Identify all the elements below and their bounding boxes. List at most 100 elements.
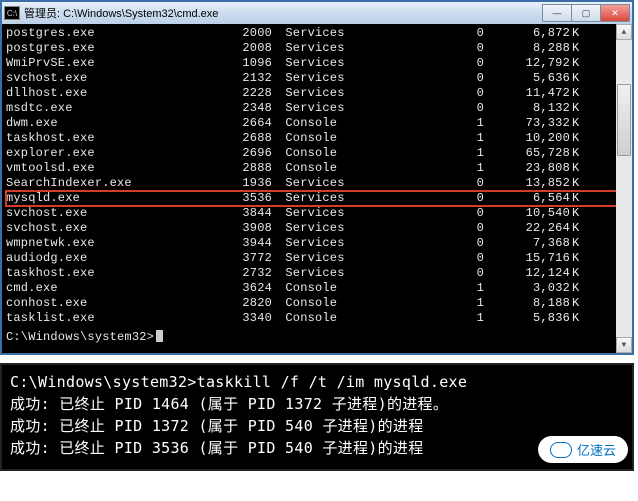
process-session-num: 0: [372, 176, 492, 191]
process-session-num: 0: [372, 41, 492, 56]
cursor: [156, 330, 163, 342]
scroll-track[interactable]: [616, 40, 632, 337]
scroll-up-button[interactable]: ▲: [616, 24, 632, 40]
process-session: Services: [278, 191, 372, 206]
process-name: cmd.exe: [6, 281, 226, 296]
process-session: Services: [278, 221, 372, 236]
process-session: Services: [278, 236, 372, 251]
scroll-thumb[interactable]: [617, 84, 631, 156]
process-memory: 13,852: [492, 176, 570, 191]
prompt-line[interactable]: C:\Windows\system32>: [6, 330, 628, 345]
process-name: wmpnetwk.exe: [6, 236, 226, 251]
process-session-num: 1: [372, 146, 492, 161]
process-row: svchost.exe3844 Services010,540K: [6, 206, 628, 221]
process-memory: 8,188: [492, 296, 570, 311]
process-row: WmiPrvSE.exe1096 Services012,792K: [6, 56, 628, 71]
process-session-num: 1: [372, 116, 492, 131]
mem-unit: K: [570, 311, 588, 326]
process-name: SearchIndexer.exe: [6, 176, 226, 191]
process-name: svchost.exe: [6, 71, 226, 86]
process-memory: 12,792: [492, 56, 570, 71]
mem-unit: K: [570, 86, 588, 101]
process-memory: 10,540: [492, 206, 570, 221]
process-pid: 2008: [226, 41, 278, 56]
titlebar[interactable]: C:\ 管理员: C:\Windows\System32\cmd.exe — ▢…: [2, 2, 632, 24]
maximize-button[interactable]: ▢: [571, 4, 601, 22]
process-row: taskhost.exe2732 Services012,124K: [6, 266, 628, 281]
process-pid: 1936: [226, 176, 278, 191]
process-memory: 6,564: [492, 191, 570, 206]
process-session-num: 0: [372, 101, 492, 116]
process-name: taskhost.exe: [6, 131, 226, 146]
process-session-num: 1: [372, 161, 492, 176]
process-memory: 6,872: [492, 26, 570, 41]
mem-unit: K: [570, 26, 588, 41]
process-session-num: 1: [372, 296, 492, 311]
process-row: msdtc.exe2348 Services08,132K: [6, 101, 628, 116]
mem-unit: K: [570, 146, 588, 161]
process-session-num: 1: [372, 311, 492, 326]
taskkill-result-line: 成功: 已终止 PID 1372 (属于 PID 540 子进程)的进程: [10, 415, 624, 437]
vertical-scrollbar[interactable]: ▲ ▼: [616, 24, 632, 353]
process-row: postgres.exe2008 Services08,288K: [6, 41, 628, 56]
process-memory: 12,124: [492, 266, 570, 281]
watermark-badge: 亿速云: [538, 436, 628, 463]
process-session-num: 0: [372, 266, 492, 281]
mem-unit: K: [570, 41, 588, 56]
process-session: Services: [278, 86, 372, 101]
process-row: wmpnetwk.exe3944 Services07,368K: [6, 236, 628, 251]
process-session-num: 0: [372, 206, 492, 221]
process-session: Console: [278, 116, 372, 131]
process-session-num: 0: [372, 26, 492, 41]
process-row: taskhost.exe2688 Console110,200K: [6, 131, 628, 146]
process-row: SearchIndexer.exe1936 Services013,852K: [6, 176, 628, 191]
process-pid: 3624: [226, 281, 278, 296]
process-name: tasklist.exe: [6, 311, 226, 326]
process-row: tasklist.exe3340 Console15,836K: [6, 311, 628, 326]
process-pid: 3844: [226, 206, 278, 221]
process-memory: 3,032: [492, 281, 570, 296]
process-pid: 3944: [226, 236, 278, 251]
process-session: Services: [278, 26, 372, 41]
process-session-num: 0: [372, 221, 492, 236]
process-session: Services: [278, 251, 372, 266]
mem-unit: K: [570, 176, 588, 191]
process-pid: 3536: [226, 191, 278, 206]
close-button[interactable]: ✕: [600, 4, 630, 22]
window-title: 管理员: C:\Windows\System32\cmd.exe: [24, 5, 543, 21]
process-pid: 2000: [226, 26, 278, 41]
process-name: mysqld.exe: [6, 191, 226, 206]
process-memory: 65,728: [492, 146, 570, 161]
process-name: explorer.exe: [6, 146, 226, 161]
mem-unit: K: [570, 221, 588, 236]
process-session: Services: [278, 101, 372, 116]
mem-unit: K: [570, 236, 588, 251]
process-pid: 2820: [226, 296, 278, 311]
mem-unit: K: [570, 116, 588, 131]
process-session-num: 1: [372, 131, 492, 146]
process-pid: 3908: [226, 221, 278, 236]
process-name: svchost.exe: [6, 221, 226, 236]
process-row: conhost.exe2820 Console18,188K: [6, 296, 628, 311]
process-session: Console: [278, 146, 372, 161]
process-name: postgres.exe: [6, 41, 226, 56]
process-pid: 2664: [226, 116, 278, 131]
mem-unit: K: [570, 71, 588, 86]
process-session: Services: [278, 206, 372, 221]
process-memory: 5,636: [492, 71, 570, 86]
process-name: msdtc.exe: [6, 101, 226, 116]
process-row: audiodg.exe3772 Services015,716K: [6, 251, 628, 266]
process-name: audiodg.exe: [6, 251, 226, 266]
process-memory: 73,332: [492, 116, 570, 131]
cloud-icon: [550, 442, 572, 458]
process-row: postgres.exe2000 Services06,872K: [6, 26, 628, 41]
process-session-num: 0: [372, 236, 492, 251]
scroll-down-button[interactable]: ▼: [616, 337, 632, 353]
process-session-num: 0: [372, 56, 492, 71]
cmd-window: C:\ 管理员: C:\Windows\System32\cmd.exe — ▢…: [0, 0, 634, 355]
process-session: Console: [278, 311, 372, 326]
mem-unit: K: [570, 266, 588, 281]
process-memory: 23,808: [492, 161, 570, 176]
process-memory: 7,368: [492, 236, 570, 251]
minimize-button[interactable]: —: [542, 4, 572, 22]
